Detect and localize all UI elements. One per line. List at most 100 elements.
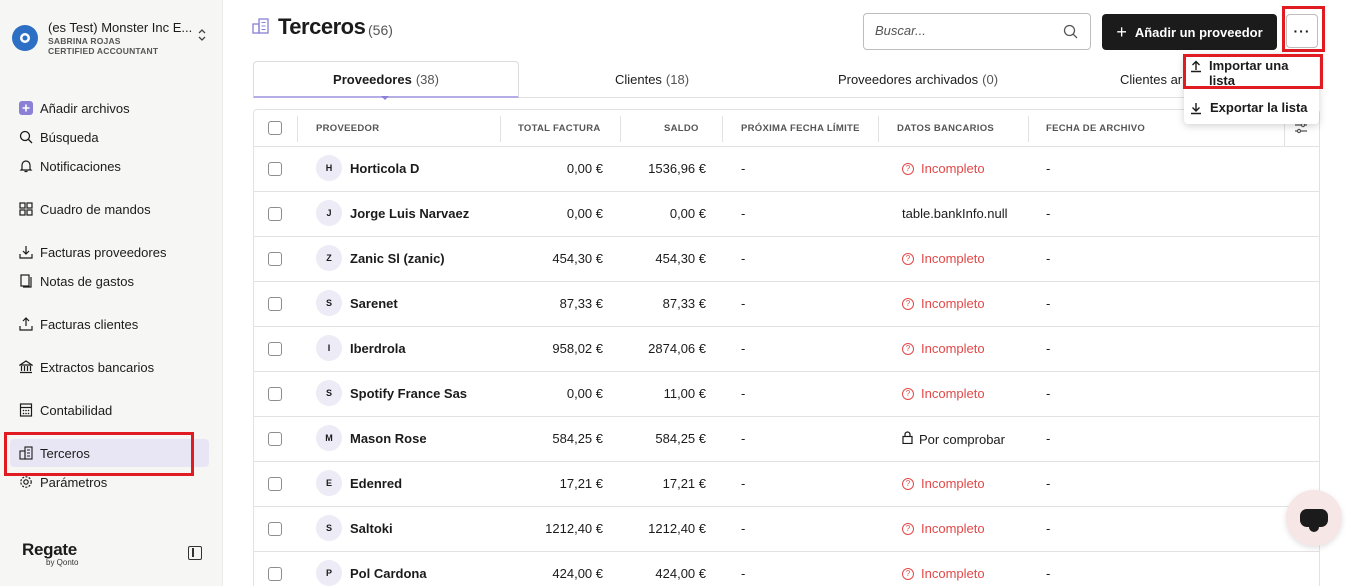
row-checkbox[interactable]: [268, 432, 282, 446]
table-row[interactable]: I Iberdrola 958,02 € 2874,06 € - ? Incomp…: [254, 327, 1319, 372]
warning-icon: ?: [902, 522, 914, 535]
fecha-limite: -: [741, 161, 746, 176]
datos-bancarios-status: ? Incompleto: [902, 296, 985, 311]
fecha-limite: -: [741, 341, 746, 356]
upload-tray-icon: [18, 316, 34, 332]
sidebar-item-expense-notes[interactable]: Notas de gastos: [18, 271, 134, 291]
sidebar-item-client-invoices[interactable]: Facturas clientes: [18, 314, 138, 334]
fecha-archivo: -: [1046, 341, 1051, 356]
highlight-box-more-options: [1282, 6, 1325, 52]
datos-bancarios-status: ? Incompleto: [902, 161, 985, 176]
plus-square-icon: [18, 100, 34, 116]
bank-icon: [18, 359, 34, 375]
tab-label: Clientes: [614, 72, 662, 87]
supplier-name[interactable]: Saltoki: [350, 521, 393, 536]
tab-proveedores-archivados[interactable]: Proveedores archivados (0): [785, 61, 1051, 98]
supplier-name[interactable]: Iberdrola: [350, 341, 406, 356]
column-header-datos-bancarios[interactable]: DATOS BANCARIOS: [897, 110, 994, 147]
org-name: (es Test) Monster Inc E...: [48, 20, 193, 35]
highlight-box-terceros: [4, 432, 194, 476]
sidebar-item-label: Notificaciones: [40, 158, 121, 174]
row-checkbox[interactable]: [268, 522, 282, 536]
supplier-name[interactable]: Horticola D: [350, 161, 419, 176]
sidebar-item-search[interactable]: Búsqueda: [18, 127, 99, 147]
row-checkbox[interactable]: [268, 252, 282, 266]
warning-icon: ?: [902, 297, 914, 310]
organization-switcher[interactable]: (es Test) Monster Inc E... SABRINA ROJAS…: [12, 20, 212, 60]
warning-icon: ?: [902, 567, 914, 580]
row-checkbox[interactable]: [268, 567, 282, 581]
table-row[interactable]: S Saltoki 1212,40 € 1212,40 € - ? Incompl…: [254, 507, 1319, 552]
dashboard-icon: [18, 201, 34, 217]
row-checkbox[interactable]: [268, 207, 282, 221]
menu-item-export-list[interactable]: Exportar la lista: [1190, 100, 1308, 118]
table-row[interactable]: E Edenred 17,21 € 17,21 € - ? Incompleto …: [254, 462, 1319, 507]
column-header-saldo[interactable]: SALDO: [664, 110, 699, 147]
org-user: SABRINA ROJAS: [48, 36, 121, 46]
warning-icon: ?: [902, 342, 914, 355]
datos-bancarios-status: ? Incompleto: [902, 251, 985, 266]
supplier-name[interactable]: Edenred: [350, 476, 402, 491]
tab-count: (0): [982, 72, 999, 87]
sidebar-item-supplier-invoices[interactable]: Facturas proveedores: [18, 242, 166, 262]
tab-label: Proveedores archivados: [837, 72, 979, 87]
saldo: 454,30 €: [655, 251, 706, 266]
row-checkbox[interactable]: [268, 162, 282, 176]
column-header-fecha-archivo[interactable]: FECHA DE ARCHIVO: [1046, 110, 1145, 147]
search-icon: [18, 129, 34, 145]
total-factura: 0,00 €: [566, 161, 603, 176]
select-all-checkbox[interactable]: [268, 121, 282, 135]
search-icon[interactable]: [1063, 24, 1078, 42]
tab-label: Proveedores: [333, 71, 412, 87]
sidebar-item-bank-statements[interactable]: Extractos bancarios: [18, 357, 154, 377]
table-row[interactable]: M Mason Rose 584,25 € 584,25 € - Por com…: [254, 417, 1319, 462]
chat-bubble-icon: [1300, 509, 1328, 532]
add-supplier-button[interactable]: + Añadir un proveedor: [1102, 14, 1277, 50]
chevron-updown-icon: [198, 28, 206, 44]
supplier-name[interactable]: Jorge Luis Narvaez: [350, 206, 469, 221]
table-row[interactable]: H Horticola D 0,00 € 1536,96 € - ? Incomp…: [254, 147, 1319, 192]
supplier-name[interactable]: Sarenet: [350, 296, 398, 311]
row-checkbox[interactable]: [268, 387, 282, 401]
sidebar-item-notifications[interactable]: Notificaciones: [18, 156, 121, 176]
sidebar-item-accounting[interactable]: Contabilidad: [18, 400, 112, 420]
suppliers-table: PROVEEDOR TOTAL FACTURA SALDO PRÓXIMA FE…: [253, 109, 1320, 586]
row-checkbox[interactable]: [268, 342, 282, 356]
supplier-name[interactable]: Pol Cardona: [350, 566, 427, 581]
total-factura: 87,33 €: [559, 296, 603, 311]
menu-item-label: Exportar la lista: [1210, 100, 1308, 115]
tab-proveedores[interactable]: Proveedores (38): [253, 61, 519, 98]
total-factura: 0,00 €: [566, 386, 603, 401]
row-checkbox[interactable]: [268, 297, 282, 311]
table-row[interactable]: S Sarenet 87,33 € 87,33 € - ? Incompleto …: [254, 282, 1319, 327]
tab-clientes-archivados[interactable]: Clientes ar: [1051, 61, 1191, 98]
sidebar-item-add-files[interactable]: Añadir archivos: [18, 98, 130, 118]
org-avatar: [12, 25, 38, 51]
column-header-proveedor[interactable]: PROVEEDOR: [316, 110, 379, 147]
table-row[interactable]: S Spotify France Sas 0,00 € 11,00 € - ? I…: [254, 372, 1319, 417]
column-header-total[interactable]: TOTAL FACTURA: [518, 110, 601, 147]
table-row[interactable]: P Pol Cardona 424,00 € 424,00 € - ? Incom…: [254, 552, 1319, 586]
avatar: E: [316, 470, 342, 496]
download-tray-icon: [18, 244, 34, 260]
avatar: S: [316, 290, 342, 316]
table-row[interactable]: Z Zanic Sl (zanic) 454,30 € 454,30 € - ?…: [254, 237, 1319, 282]
search-field[interactable]: [863, 13, 1091, 50]
column-header-fecha-limite[interactable]: PRÓXIMA FECHA LÍMITE: [741, 110, 860, 147]
search-input[interactable]: [875, 23, 1055, 38]
page-count: (56): [368, 22, 393, 38]
chat-support-button[interactable]: [1286, 490, 1342, 546]
table-row[interactable]: J Jorge Luis Narvaez 0,00 € 0,00 € - tab…: [254, 192, 1319, 237]
supplier-name[interactable]: Zanic Sl (zanic): [350, 251, 445, 266]
supplier-name[interactable]: Spotify France Sas: [350, 386, 467, 401]
row-checkbox[interactable]: [268, 477, 282, 491]
collapse-sidebar-icon[interactable]: [188, 546, 202, 560]
fecha-limite: -: [741, 251, 746, 266]
sidebar-item-dashboard[interactable]: Cuadro de mandos: [18, 199, 151, 219]
avatar: M: [316, 425, 342, 451]
fecha-archivo: -: [1046, 521, 1051, 536]
tab-clientes[interactable]: Clientes (18): [519, 61, 785, 98]
lock-icon: [902, 431, 913, 447]
highlight-box-import: [1183, 54, 1323, 89]
supplier-name[interactable]: Mason Rose: [350, 431, 427, 446]
